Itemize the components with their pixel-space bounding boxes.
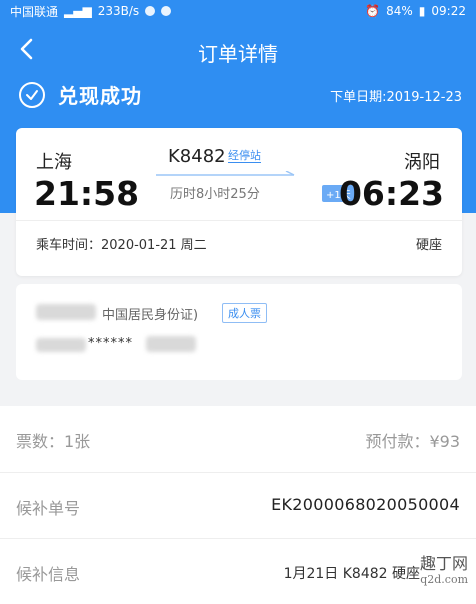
waitlist-number: EK2000068020050004 xyxy=(271,495,460,514)
ride-time: 乘车时间：2020-01-21 周二 xyxy=(36,238,207,253)
waitlist-info-label: 候补信息 xyxy=(16,565,81,584)
departure-city: 上海 xyxy=(36,152,72,173)
app-notification-icon xyxy=(145,6,156,16)
ticket-summary-row: 票数：1张 预付款：¥93 xyxy=(0,406,476,472)
departure-time: 21:58 xyxy=(34,174,140,213)
battery-icon: ▮ xyxy=(418,4,426,18)
waitlist-info: 1月21日 K8482 硬座 xyxy=(283,566,420,582)
order-date: 下单日期:2019-12-23 xyxy=(330,90,462,105)
id-type: 中国居民身份证) xyxy=(102,308,199,323)
carrier-label: 中国联通 xyxy=(10,4,59,19)
stops-link[interactable]: 经停站 xyxy=(228,149,261,163)
ticket-type-badge: 成人票 xyxy=(222,303,267,323)
train-number: K8482 xyxy=(168,146,226,167)
watermark-sub: q2d.com xyxy=(420,573,468,586)
seat-type: 硬座 xyxy=(415,238,442,253)
check-circle-icon xyxy=(19,82,45,108)
masked-id-number: ****** xyxy=(88,336,133,351)
route-arrow-icon xyxy=(156,171,295,176)
order-status-row: 兑现成功 下单日期:2019-12-23 xyxy=(0,80,476,122)
waitlist-number-label: 候补单号 xyxy=(16,499,81,518)
prepay-amount: 预付款：¥93 xyxy=(365,432,460,451)
clock: 09:22 xyxy=(431,4,466,18)
app-header: 订单详情 xyxy=(0,22,476,80)
alarm-icon: ⏰ xyxy=(365,4,381,18)
ticket-count: 票数：1张 xyxy=(16,432,91,451)
trip-card: 上海 21:58 K8482 经停站 历时8小时25分 +1天 涡阳 06:23… xyxy=(16,128,462,276)
waitlist-number-row: 候补单号 EK2000068020050004 xyxy=(0,472,476,538)
net-speed: 233B/s xyxy=(97,4,140,18)
blurred-passenger-name xyxy=(36,304,96,320)
blurred-id-suffix xyxy=(146,336,196,352)
waitlist-info-row: 候补信息 1月21日 K8482 硬座 xyxy=(0,538,476,604)
battery-percent: 84% xyxy=(386,4,413,18)
trip-duration: 历时8小时25分 xyxy=(170,187,260,202)
passenger-card: 中国居民身份证) 成人票 ****** xyxy=(16,284,462,380)
arrival-city: 涡阳 xyxy=(404,152,440,173)
blurred-id-prefix xyxy=(36,338,86,352)
arrival-time: 06:23 xyxy=(338,174,444,213)
app-notification-icon xyxy=(161,6,172,16)
site-watermark: 趣丁网 q2d.com xyxy=(420,556,468,588)
status-bar: 中国联通 ▂▄▆ 233B/s ⏰ 84% ▮ 09:22 xyxy=(0,0,476,22)
page-title: 订单详情 xyxy=(198,42,278,66)
watermark-text: 趣丁网 xyxy=(419,554,468,573)
signal-icon: ▂▄▆ xyxy=(64,4,92,18)
order-status: 兑现成功 xyxy=(58,84,142,108)
divider xyxy=(16,220,462,221)
